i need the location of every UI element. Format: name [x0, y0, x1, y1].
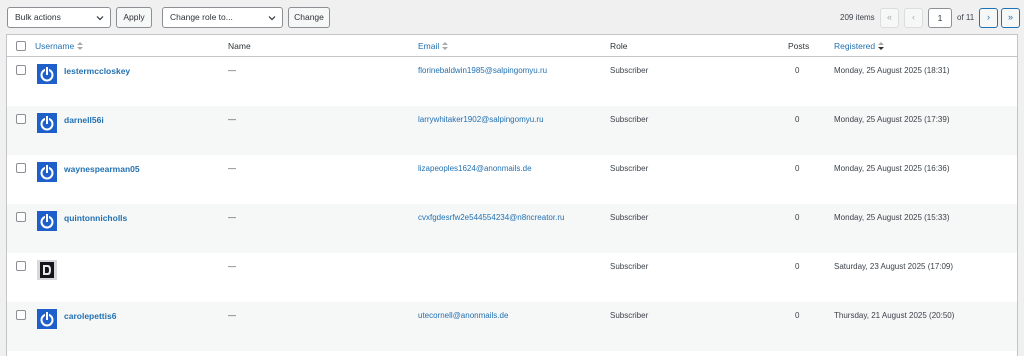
- apply-button[interactable]: Apply: [116, 7, 152, 28]
- column-email[interactable]: Email: [418, 41, 449, 51]
- role-cell: Subscriber: [610, 262, 649, 271]
- column-username-label: Username: [35, 41, 75, 51]
- email-link[interactable]: lizapeoples1624@anonmails.de: [418, 164, 532, 173]
- name-cell: —: [228, 262, 236, 271]
- power-icon: [37, 162, 57, 182]
- row-checkbox[interactable]: [16, 261, 26, 271]
- power-icon: [37, 211, 57, 231]
- posts-cell[interactable]: 0: [795, 66, 799, 75]
- select-all-checkbox[interactable]: [16, 41, 26, 51]
- change-button[interactable]: Change: [288, 7, 330, 28]
- registered-cell: Thursday, 21 August 2025 (20:50): [834, 311, 955, 320]
- column-role: Role: [610, 41, 628, 51]
- role-cell: Subscriber: [610, 164, 649, 173]
- row-checkbox[interactable]: [16, 310, 26, 320]
- row-checkbox[interactable]: [16, 163, 26, 173]
- table-row: quintonnicholls — cvxfgdesrfw2e544554234…: [7, 204, 1017, 253]
- role-cell: Subscriber: [610, 66, 649, 75]
- table-row: — Subscriber 0 Saturday, 23 August 2025 …: [7, 253, 1017, 302]
- name-cell: —: [228, 311, 236, 320]
- next-page-button[interactable]: ›: [979, 8, 998, 28]
- email-link[interactable]: cvxfgdesrfw2e544554234@n8ncreator.ru: [418, 213, 564, 222]
- sort-icon: [77, 42, 84, 50]
- posts-cell[interactable]: 0: [795, 164, 799, 173]
- name-cell: —: [228, 164, 236, 173]
- current-page-input[interactable]: 1: [928, 8, 952, 28]
- username-link[interactable]: quintonnicholls: [64, 213, 127, 223]
- power-icon: [37, 309, 57, 329]
- username-link[interactable]: lestermccloskey: [64, 66, 130, 76]
- table-row: carolepettis6 — utecornell@anonmails.de …: [7, 302, 1017, 351]
- last-page-button[interactable]: »: [1001, 8, 1020, 28]
- power-icon: [37, 113, 57, 133]
- column-name: Name: [228, 41, 251, 51]
- row-checkbox[interactable]: [16, 65, 26, 75]
- registered-cell: Monday, 25 August 2025 (17:39): [834, 115, 950, 124]
- column-registered-label: Registered: [834, 41, 876, 51]
- username-link[interactable]: carolepettis6: [64, 311, 116, 321]
- posts-cell[interactable]: 0: [795, 262, 799, 271]
- column-registered[interactable]: Registered: [834, 41, 885, 51]
- change-role-select[interactable]: Change role to...: [162, 7, 283, 28]
- chevron-down-icon: [96, 16, 104, 21]
- email-link[interactable]: florinebaldwin1985@salpingomyu.ru: [418, 66, 547, 75]
- name-cell: —: [228, 213, 236, 222]
- posts-cell[interactable]: 0: [795, 311, 799, 320]
- prev-page-button[interactable]: ‹: [904, 8, 923, 28]
- row-checkbox[interactable]: [16, 212, 26, 222]
- users-table: Username Name Email Role Posts Registere…: [6, 34, 1018, 356]
- role-cell: Subscriber: [610, 115, 649, 124]
- registered-cell: Monday, 25 August 2025 (18:31): [834, 66, 950, 75]
- table-row: darnell56i — larrywhitaker1902@salpingom…: [7, 106, 1017, 155]
- registered-cell: Monday, 25 August 2025 (15:33): [834, 213, 950, 222]
- posts-cell[interactable]: 0: [795, 115, 799, 124]
- power-icon: [37, 64, 57, 84]
- posts-cell[interactable]: 0: [795, 213, 799, 222]
- items-count: 209 items: [840, 13, 875, 22]
- role-cell: Subscriber: [610, 213, 649, 222]
- role-cell: Subscriber: [610, 311, 649, 320]
- email-link[interactable]: utecornell@anonmails.de: [418, 311, 508, 320]
- change-role-label: Change role to...: [170, 12, 233, 22]
- dark-image-icon: [37, 260, 57, 280]
- tablenav-top: Bulk actions Apply Change role to... Cha…: [0, 0, 1024, 34]
- total-pages: of 11: [957, 13, 975, 22]
- sort-desc-icon: [878, 42, 885, 50]
- chevron-down-icon: [268, 16, 276, 21]
- first-page-button[interactable]: «: [880, 8, 899, 28]
- registered-cell: Saturday, 23 August 2025 (17:09): [834, 262, 954, 271]
- registered-cell: Monday, 25 August 2025 (16:36): [834, 164, 950, 173]
- column-email-label: Email: [418, 41, 440, 51]
- email-link[interactable]: larrywhitaker1902@salpingomyu.ru: [418, 115, 544, 124]
- column-posts: Posts: [788, 41, 810, 51]
- table-row: waynespearman05 — lizapeoples1624@anonma…: [7, 155, 1017, 204]
- table-header: Username Name Email Role Posts Registere…: [7, 35, 1017, 57]
- bulk-actions-label: Bulk actions: [15, 12, 61, 22]
- name-cell: —: [228, 115, 236, 124]
- row-checkbox[interactable]: [16, 114, 26, 124]
- username-link[interactable]: darnell56i: [64, 115, 104, 125]
- column-username[interactable]: Username: [35, 41, 84, 51]
- sort-icon: [442, 42, 449, 50]
- username-link[interactable]: waynespearman05: [64, 164, 140, 174]
- table-row: lestermccloskey — florinebaldwin1985@sal…: [7, 57, 1017, 106]
- bulk-actions-select[interactable]: Bulk actions: [7, 7, 111, 28]
- name-cell: —: [228, 66, 236, 75]
